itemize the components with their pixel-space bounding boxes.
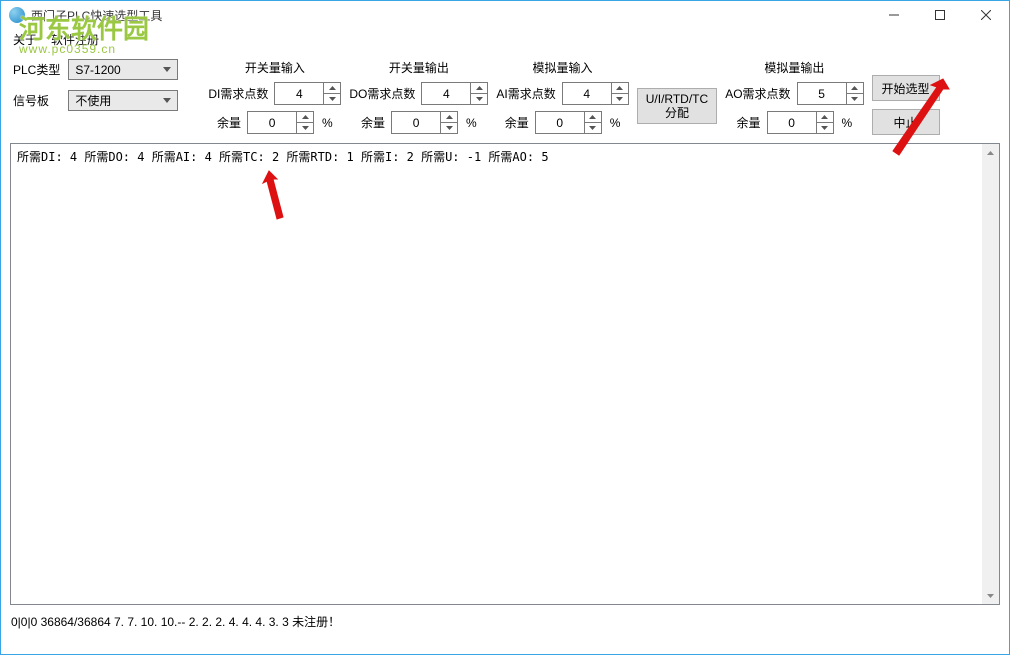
di-margin-spin[interactable] bbox=[247, 111, 314, 134]
spin-down-icon[interactable] bbox=[441, 123, 457, 133]
spin-down-icon[interactable] bbox=[585, 123, 601, 133]
ai-margin-label: 余量 bbox=[505, 114, 529, 131]
ai-margin-input[interactable] bbox=[536, 112, 584, 133]
spin-down-icon[interactable] bbox=[612, 94, 628, 104]
do-req-spin[interactable] bbox=[421, 82, 488, 105]
output-panel: 所需DI: 4 所需DO: 4 所需AI: 4 所需TC: 2 所需RTD: 1… bbox=[10, 143, 1000, 605]
ai-margin-spin[interactable] bbox=[535, 111, 602, 134]
spin-down-icon[interactable] bbox=[817, 123, 833, 133]
spin-up-icon[interactable] bbox=[817, 112, 833, 123]
do-req-input[interactable] bbox=[422, 83, 470, 104]
do-req-label: DO需求点数 bbox=[349, 85, 415, 102]
status-bar: 0|0|0 36864/36864 7. 7. 10. 10.-- 2. 2. … bbox=[1, 609, 1009, 634]
ai-req-input[interactable] bbox=[563, 83, 611, 104]
maximize-button[interactable] bbox=[917, 1, 963, 29]
spin-up-icon[interactable] bbox=[441, 112, 457, 123]
ao-margin-spin[interactable] bbox=[767, 111, 834, 134]
spin-down-icon[interactable] bbox=[847, 94, 863, 104]
group-ai-head: 模拟量输入 bbox=[533, 59, 593, 76]
spin-down-icon[interactable] bbox=[297, 123, 313, 133]
menu-register[interactable]: 软件注册 bbox=[51, 31, 99, 48]
ao-req-input[interactable] bbox=[798, 83, 846, 104]
start-button[interactable]: 开始选型 bbox=[872, 75, 940, 101]
chevron-down-icon bbox=[159, 62, 175, 78]
do-margin-input[interactable] bbox=[392, 112, 440, 133]
ai-req-spin[interactable] bbox=[562, 82, 629, 105]
group-ai: 模拟量输入 AI需求点数 余量 % bbox=[496, 59, 628, 134]
alloc-button[interactable]: U/I/RTD/TC 分配 bbox=[637, 88, 717, 125]
menu-about[interactable]: 关于 bbox=[13, 31, 37, 48]
pct: % bbox=[610, 116, 621, 130]
titlebar: 西门子PLC快速选型工具 bbox=[1, 1, 1009, 29]
plc-type-select[interactable]: S7-1200 bbox=[68, 59, 178, 80]
ao-margin-label: 余量 bbox=[737, 114, 761, 131]
spin-up-icon[interactable] bbox=[585, 112, 601, 123]
di-margin-label: 余量 bbox=[217, 114, 241, 131]
scroll-up-icon[interactable] bbox=[982, 144, 999, 161]
do-margin-spin[interactable] bbox=[391, 111, 458, 134]
ao-req-spin[interactable] bbox=[797, 82, 864, 105]
vertical-scrollbar[interactable] bbox=[982, 144, 999, 604]
stop-button[interactable]: 中止 bbox=[872, 109, 940, 135]
plc-type-label: PLC类型 bbox=[13, 61, 60, 78]
group-di-head: 开关量输入 bbox=[245, 59, 305, 76]
spin-up-icon[interactable] bbox=[297, 112, 313, 123]
spin-down-icon[interactable] bbox=[471, 94, 487, 104]
di-req-spin[interactable] bbox=[274, 82, 341, 105]
window-title: 西门子PLC快速选型工具 bbox=[31, 7, 162, 24]
do-margin-label: 余量 bbox=[361, 114, 385, 131]
menubar: 关于 软件注册 bbox=[1, 29, 1009, 49]
di-req-label: DI需求点数 bbox=[208, 85, 268, 102]
signal-board-label: 信号板 bbox=[13, 92, 60, 109]
spin-up-icon[interactable] bbox=[612, 83, 628, 94]
scroll-down-icon[interactable] bbox=[982, 587, 999, 604]
ao-margin-input[interactable] bbox=[768, 112, 816, 133]
pct: % bbox=[842, 116, 853, 130]
ai-req-label: AI需求点数 bbox=[496, 85, 555, 102]
chevron-down-icon bbox=[159, 93, 175, 109]
signal-board-select[interactable]: 不使用 bbox=[68, 90, 178, 111]
group-do-head: 开关量输出 bbox=[389, 59, 449, 76]
spin-up-icon[interactable] bbox=[324, 83, 340, 94]
group-ao-head: 模拟量输出 bbox=[764, 59, 824, 76]
ao-req-label: AO需求点数 bbox=[725, 85, 790, 102]
spin-up-icon[interactable] bbox=[847, 83, 863, 94]
di-req-input[interactable] bbox=[275, 83, 323, 104]
group-ao: 模拟量输出 AO需求点数 余量 % bbox=[725, 59, 863, 134]
pct: % bbox=[466, 116, 477, 130]
group-do: 开关量输出 DO需求点数 余量 % bbox=[349, 59, 488, 134]
group-di: 开关量输入 DI需求点数 余量 % bbox=[208, 59, 341, 134]
di-margin-input[interactable] bbox=[248, 112, 296, 133]
spin-up-icon[interactable] bbox=[471, 83, 487, 94]
close-button[interactable] bbox=[963, 1, 1009, 29]
minimize-button[interactable] bbox=[871, 1, 917, 29]
pct: % bbox=[322, 116, 333, 130]
app-icon bbox=[9, 7, 25, 23]
output-text: 所需DI: 4 所需DO: 4 所需AI: 4 所需TC: 2 所需RTD: 1… bbox=[11, 144, 999, 169]
spin-down-icon[interactable] bbox=[324, 94, 340, 104]
